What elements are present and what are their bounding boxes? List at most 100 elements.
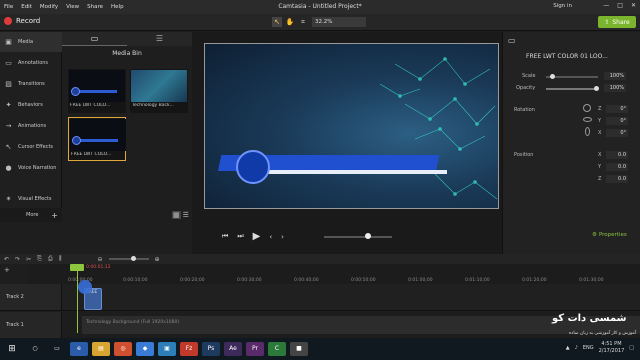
split-icon[interactable]: ⫼ bbox=[59, 255, 62, 263]
search-icon[interactable]: ○ bbox=[26, 342, 44, 356]
scale-input[interactable]: 100% bbox=[604, 72, 626, 80]
media-clip[interactable]: Technology Back... bbox=[130, 69, 188, 113]
add-icon[interactable]: + bbox=[51, 211, 58, 220]
store-icon[interactable]: ▣ bbox=[158, 342, 176, 356]
share-label: Share bbox=[612, 18, 630, 26]
scale-slider-handle[interactable] bbox=[550, 74, 555, 79]
position-z-input[interactable]: 0.0 bbox=[606, 175, 628, 183]
rotation-y-axis: Y bbox=[598, 118, 602, 124]
properties-button-label: Properties bbox=[598, 232, 627, 238]
rotation-x-icon[interactable] bbox=[585, 127, 590, 136]
copy-icon[interactable]: ⎘ bbox=[37, 255, 42, 263]
tab-library[interactable]: ☰ bbox=[127, 32, 192, 46]
tab-media-bin[interactable]: ▭ bbox=[62, 32, 127, 46]
record-icon bbox=[4, 17, 12, 25]
step-back-icon[interactable]: ⏮ bbox=[222, 232, 228, 241]
crop-tool-icon[interactable]: ⌗ bbox=[298, 17, 308, 27]
timeline-zoom-handle[interactable] bbox=[130, 256, 136, 261]
menu-file[interactable]: File bbox=[0, 4, 17, 10]
windows-start-icon[interactable]: ⊞ bbox=[0, 338, 24, 360]
media-clip[interactable]: FREE LWT COLO... bbox=[68, 69, 126, 113]
rotation-dial-icon[interactable] bbox=[583, 104, 591, 112]
opacity-slider[interactable] bbox=[546, 88, 598, 90]
sidebar-item-behaviors[interactable]: ✦ Behaviors bbox=[0, 95, 62, 115]
close-icon[interactable]: ✕ bbox=[631, 2, 636, 9]
share-button[interactable]: ⇧ Share bbox=[598, 16, 636, 28]
sidebar-item-animations[interactable]: → Animations bbox=[0, 116, 62, 136]
windows-taskbar: ⊞ ○ ▭ e ▤ ◎ ◆ ▣ Fz Ps Ae Pr C ■ ▲ ♪ ENG … bbox=[0, 338, 640, 360]
rotation-x-input[interactable]: 0° bbox=[606, 129, 628, 137]
photoshop-icon[interactable]: Ps bbox=[202, 342, 220, 356]
menu-edit[interactable]: Edit bbox=[17, 4, 36, 10]
position-y-input[interactable]: 0.0 bbox=[606, 163, 628, 171]
properties-tab-icon[interactable]: ▭ bbox=[508, 36, 516, 45]
position-x-input[interactable]: 0.0 bbox=[606, 151, 628, 159]
app-icon[interactable]: ■ bbox=[290, 342, 308, 356]
opacity-input[interactable]: 100% bbox=[604, 84, 626, 92]
notifications-icon[interactable]: □ bbox=[629, 345, 634, 351]
volume-icon[interactable]: ♪ bbox=[575, 345, 578, 351]
language-indicator[interactable]: ENG bbox=[583, 345, 594, 351]
previous-icon[interactable]: ‹ bbox=[269, 233, 272, 241]
hand-tool-icon[interactable]: ✋ bbox=[285, 17, 295, 27]
maximize-icon[interactable]: □ bbox=[617, 2, 623, 9]
properties-button[interactable]: ⚙ Properties bbox=[592, 232, 627, 238]
opacity-slider-handle[interactable] bbox=[594, 86, 599, 91]
menu-view[interactable]: View bbox=[62, 4, 83, 10]
timeline-ruler[interactable]: 0:00:00;00 0:00:10;00 0:00:20;00 0:00:30… bbox=[28, 264, 640, 284]
rotation-y-icon[interactable] bbox=[583, 117, 592, 122]
premiere-icon[interactable]: Pr bbox=[246, 342, 264, 356]
paste-icon[interactable]: ⎙ bbox=[48, 255, 53, 263]
media-clip-selected[interactable]: FREE LWT COLO... bbox=[68, 117, 126, 161]
sidebar-item-visual-effects[interactable]: ✶ Visual Effects bbox=[0, 189, 62, 209]
opacity-label: Opacity bbox=[516, 85, 536, 91]
sidebar-item-transitions[interactable]: ▨ Transitions bbox=[0, 74, 62, 94]
play-icon[interactable]: ▶ bbox=[253, 231, 261, 242]
scrubber-handle[interactable] bbox=[365, 233, 371, 239]
chrome-icon[interactable]: ◎ bbox=[114, 342, 132, 356]
rotation-z-input[interactable]: 0° bbox=[606, 105, 628, 113]
sidebar-item-media[interactable]: ▣ Media bbox=[0, 32, 62, 52]
filezilla-icon[interactable]: Fz bbox=[180, 342, 198, 356]
cut-icon[interactable]: ✂ bbox=[26, 256, 31, 263]
file-explorer-icon[interactable]: ▤ bbox=[92, 342, 110, 356]
edge-icon[interactable]: e bbox=[70, 342, 88, 356]
record-button[interactable]: Record bbox=[4, 17, 40, 25]
sidebar-item-voice-narration[interactable]: ● Voice Narration bbox=[0, 158, 62, 178]
next-icon[interactable]: › bbox=[281, 233, 284, 241]
clip-thumbnail bbox=[70, 119, 126, 151]
add-track-icon[interactable]: + bbox=[4, 266, 10, 274]
more-button[interactable]: More + bbox=[0, 208, 62, 222]
sidebar-item-annotations[interactable]: ▭ Annotations bbox=[0, 53, 62, 73]
redo-icon[interactable]: ↷ bbox=[15, 256, 20, 263]
after-effects-icon[interactable]: Ae bbox=[224, 342, 242, 356]
rotation-y-input[interactable]: 0° bbox=[606, 117, 628, 125]
playhead-handle[interactable] bbox=[70, 264, 84, 271]
grid-view-icon[interactable]: ▦ bbox=[172, 211, 181, 219]
playback-scrubber[interactable] bbox=[324, 236, 392, 238]
track-1-label: Track 1 bbox=[6, 322, 24, 328]
arrow-tool-icon[interactable]: ↖ bbox=[272, 17, 282, 27]
sign-in-link[interactable]: Sign in bbox=[553, 3, 572, 9]
zoom-dropdown[interactable]: 32.2% bbox=[312, 17, 366, 27]
menu-modify[interactable]: Modify bbox=[36, 4, 62, 10]
timeline-zoom-slider[interactable] bbox=[108, 256, 149, 261]
task-view-icon[interactable]: ▭ bbox=[48, 342, 66, 356]
network-icon[interactable]: ▲ bbox=[566, 345, 570, 351]
step-forward-icon[interactable]: ⏭ bbox=[237, 232, 243, 241]
media-bin-tabs: ▭ ☰ bbox=[62, 32, 192, 46]
camtasia-icon[interactable]: C bbox=[268, 342, 286, 356]
list-view-icon[interactable]: ☰ bbox=[183, 211, 189, 219]
sidebar-item-cursor-effects[interactable]: ↖ Cursor Effects bbox=[0, 137, 62, 157]
undo-icon[interactable]: ↶ bbox=[4, 256, 9, 263]
system-clock[interactable]: 4:51 PM 2/17/2017 bbox=[599, 341, 625, 355]
zoom-in-icon[interactable]: ⊕ bbox=[155, 256, 160, 263]
annotations-icon: ▭ bbox=[5, 58, 12, 67]
zoom-out-icon[interactable]: ⊖ bbox=[97, 256, 102, 263]
canvas-preview[interactable] bbox=[204, 43, 499, 209]
minimize-icon[interactable]: — bbox=[603, 2, 609, 9]
app-icon[interactable]: ◆ bbox=[136, 342, 154, 356]
menu-help[interactable]: Help bbox=[107, 4, 128, 10]
menu-share[interactable]: Share bbox=[83, 4, 107, 10]
track-2-label: Track 2 bbox=[6, 294, 24, 300]
